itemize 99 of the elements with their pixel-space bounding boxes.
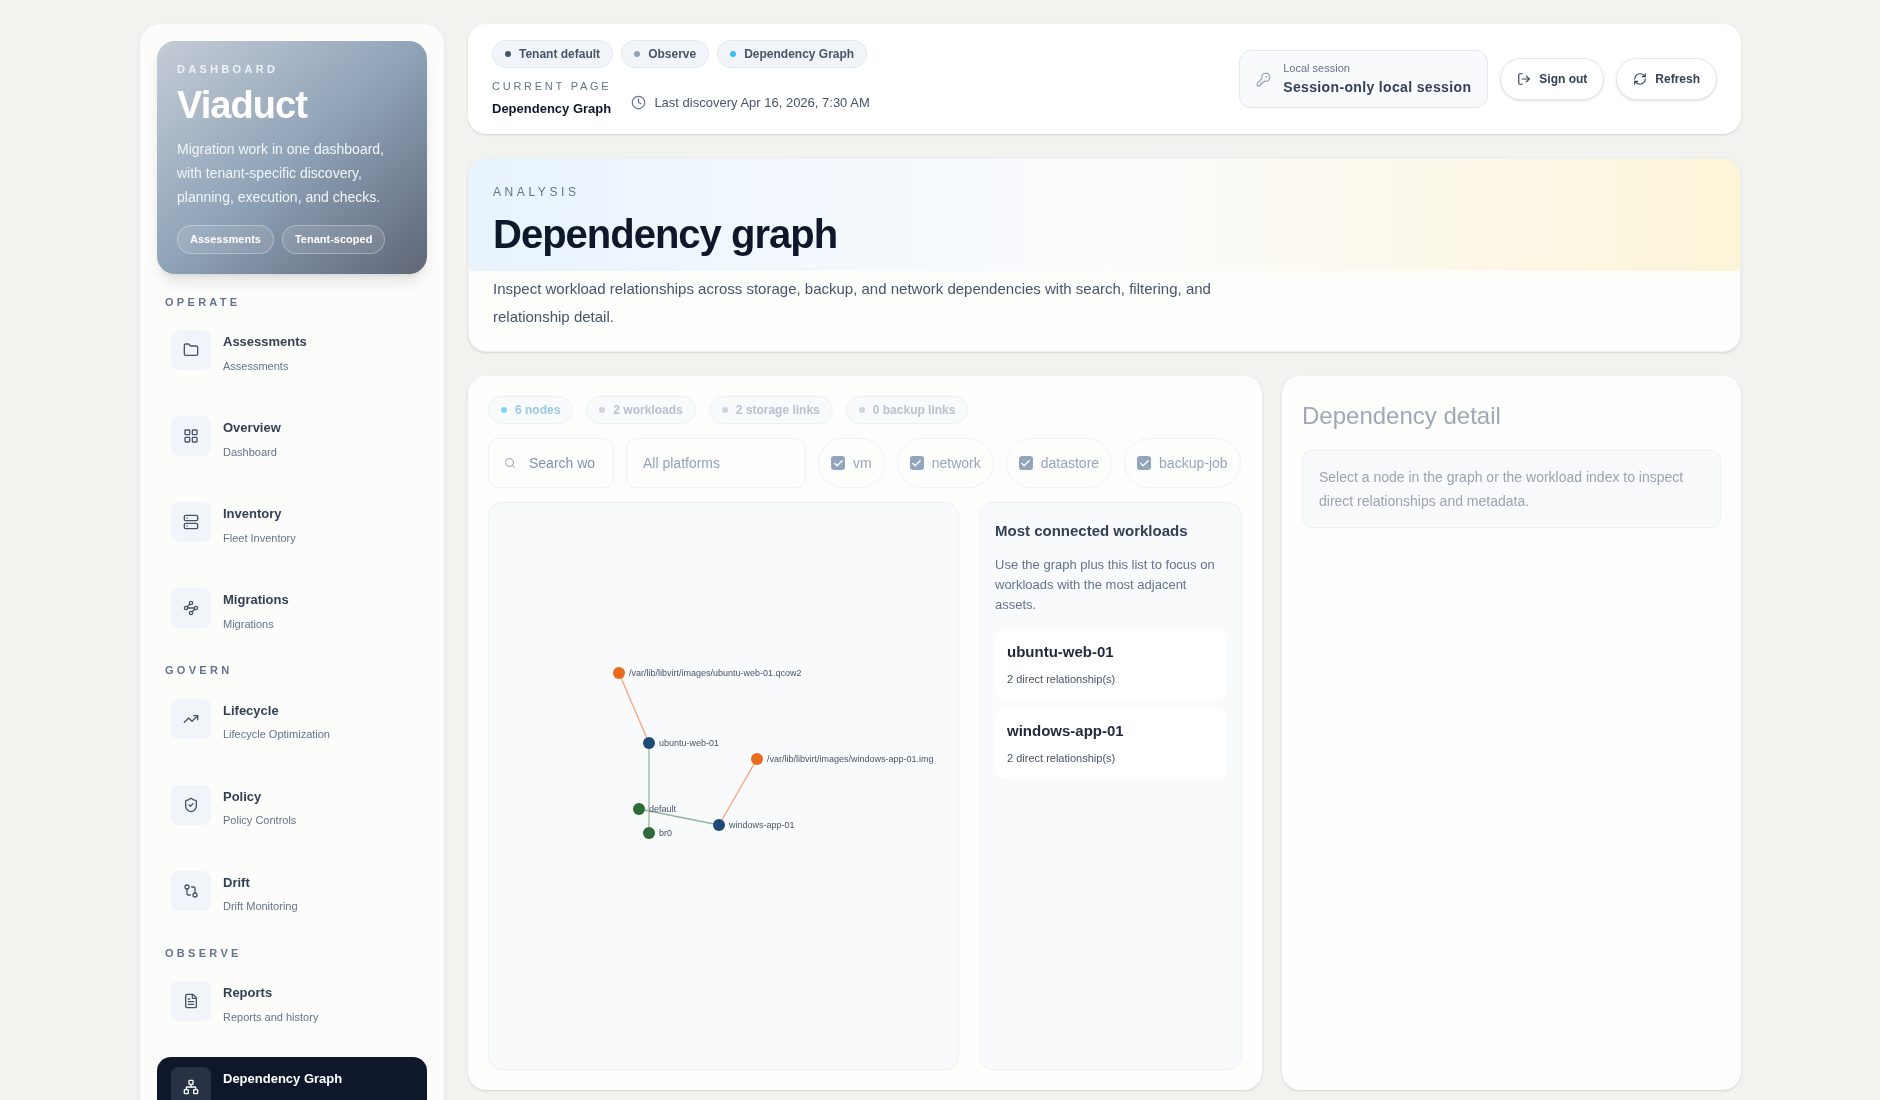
sidebar-item[interactable]: Dependency Graph — [157, 1057, 427, 1100]
session-label: Local session — [1283, 61, 1351, 77]
sign-out-button[interactable]: Sign out — [1500, 58, 1605, 100]
chip-label: 6 nodes — [515, 402, 561, 419]
filter-label: datastore — [1040, 453, 1100, 473]
connected-description: Use the graph plus this list to focus on workloads with the most adjacent assets. — [995, 555, 1216, 614]
graph-node[interactable] — [751, 753, 763, 765]
clock-icon — [631, 95, 647, 111]
breadcrumb-chip[interactable]: Observe — [621, 39, 710, 68]
search-field[interactable]: Search wo — [488, 438, 614, 488]
filter-label: backup-job — [1159, 453, 1228, 473]
section-label: OBSERVE — [164, 945, 243, 961]
item-subtitle: Drift Monitoring — [223, 899, 298, 914]
banner-description: Inspect workload relationships across storage, backup, and network dependencies with search, filtering, and relationship detail. — [492, 279, 1212, 327]
current-page-label: CURRENT PAGE — [492, 78, 612, 94]
hero-eyebrow: DASHBOARD — [177, 62, 280, 77]
grid-icon — [171, 416, 211, 456]
graph-node[interactable] — [613, 667, 625, 679]
item-subtitle: Lifecycle Optimization — [223, 727, 330, 742]
filter-label: network — [931, 453, 981, 473]
shield-icon — [171, 784, 211, 825]
checkbox[interactable] — [831, 456, 845, 470]
item-subtitle: Dashboard — [223, 444, 278, 460]
item-subtitle: Policy Controls — [223, 813, 297, 828]
breadcrumb-chip[interactable]: Dependency Graph — [717, 39, 868, 68]
sidebar-item[interactable]: Policy Policy Controls — [157, 774, 427, 839]
sidebar-item[interactable]: Inventory Fleet Inventory — [157, 492, 427, 556]
item-title: Drift — [223, 873, 251, 892]
workload-detail: 2 direct relationship(s) — [1007, 751, 1117, 766]
chip-label: 2 workloads — [613, 402, 683, 419]
item-subtitle: Fleet Inventory — [223, 530, 296, 546]
sidebar-item[interactable]: Drift Drift Monitoring — [157, 860, 427, 925]
node-label: br0 — [659, 828, 672, 838]
item-title: Migrations — [223, 591, 289, 609]
session-value: Session-only local session — [1283, 77, 1472, 97]
banner-title: Dependency graph — [493, 211, 839, 258]
filter-label: vm — [853, 453, 872, 473]
sidebar-item[interactable]: Overview Dashboard — [157, 406, 427, 470]
item-title: Inventory — [223, 505, 283, 523]
section-label: GOVERN — [164, 663, 234, 678]
workload-item[interactable]: ubuntu-web-01 2 direct relationship(s) — [995, 628, 1226, 700]
item-title: Reports — [223, 984, 274, 1002]
item-title: Overview — [223, 419, 281, 437]
sidebar-item[interactable]: Lifecycle Lifecycle Optimization — [157, 688, 427, 753]
key-icon — [1256, 71, 1272, 87]
connected-title: Most connected workloads — [995, 521, 1189, 541]
route-icon — [171, 588, 211, 628]
hierarchy-icon — [171, 1067, 211, 1100]
graph-node[interactable] — [643, 737, 655, 749]
hero-title: Viaduct — [177, 82, 309, 128]
chip-label: Tenant default — [519, 45, 601, 63]
chip-label: 2 storage links — [735, 402, 820, 419]
workload-name: ubuntu-web-01 — [1007, 641, 1115, 662]
item-title: Dependency Graph — [223, 1070, 343, 1088]
item-subtitle: Reports and history — [223, 1009, 319, 1025]
chip-label: Dependency Graph — [744, 45, 855, 63]
checkbox[interactable] — [1018, 456, 1033, 470]
node-label: /var/lib/libvirt/images/ubuntu-web-01.qcow2 — [629, 668, 802, 678]
graph-node[interactable] — [713, 819, 725, 831]
graph-node[interactable] — [633, 803, 645, 815]
workload-name: windows-app-01 — [1007, 720, 1125, 741]
detail-hint: Select a node in the graph or the workload index to inspect direct relationships and metadata. — [1319, 468, 1685, 511]
item-title: Lifecycle — [223, 701, 280, 720]
refresh-icon — [1633, 72, 1648, 86]
item-title: Assessments — [223, 333, 307, 351]
refresh-button[interactable]: Refresh — [1616, 58, 1717, 100]
item-subtitle: Migrations — [223, 616, 275, 632]
item-title: Policy — [223, 787, 263, 806]
node-label: default — [649, 804, 677, 814]
hero-description: Migration work in one dashboard, with tenant-specific discovery, planning, execution, and checks. — [177, 140, 385, 207]
node-label: /var/lib/libvirt/images/windows-app-01.img — [767, 754, 934, 764]
last-discovery: Last discovery Apr 16, 2026, 7:30 AM — [654, 94, 870, 112]
workload-item[interactable]: windows-app-01 2 direct relationship(s) — [995, 707, 1226, 779]
sidebar-item[interactable]: Migrations Migrations — [157, 578, 427, 642]
workload-detail: 2 direct relationship(s) — [1007, 672, 1117, 687]
sidebar-item[interactable]: Reports Reports and history — [157, 971, 427, 1035]
folder-icon — [171, 330, 211, 370]
search-icon — [504, 457, 516, 469]
sign-out-icon — [1517, 72, 1532, 86]
trend-icon — [171, 698, 211, 739]
detail-title: Dependency detail — [1302, 401, 1502, 431]
compare-icon — [171, 870, 211, 911]
chip-label: 0 backup links — [872, 402, 956, 419]
section-label: OPERATE — [164, 294, 242, 310]
checkbox[interactable] — [1137, 456, 1152, 470]
server-icon — [171, 502, 211, 542]
chip-label: Observe — [648, 45, 697, 63]
item-subtitle: Assessments — [223, 358, 290, 374]
node-label: windows-app-01 — [729, 820, 795, 830]
banner-eyebrow: ANALYSIS — [493, 184, 581, 201]
breadcrumb-chip[interactable]: Tenant default — [492, 39, 614, 68]
node-label: ubuntu-web-01 — [659, 738, 720, 748]
document-icon — [171, 981, 211, 1021]
hero-tag: Assessments — [177, 225, 274, 254]
sidebar-item[interactable]: Assessments Assessments — [157, 320, 427, 384]
current-page: Dependency Graph — [492, 100, 612, 118]
checkbox[interactable] — [909, 456, 924, 470]
hero-tag: Tenant-scoped — [281, 225, 386, 254]
graph-node[interactable] — [643, 827, 655, 839]
